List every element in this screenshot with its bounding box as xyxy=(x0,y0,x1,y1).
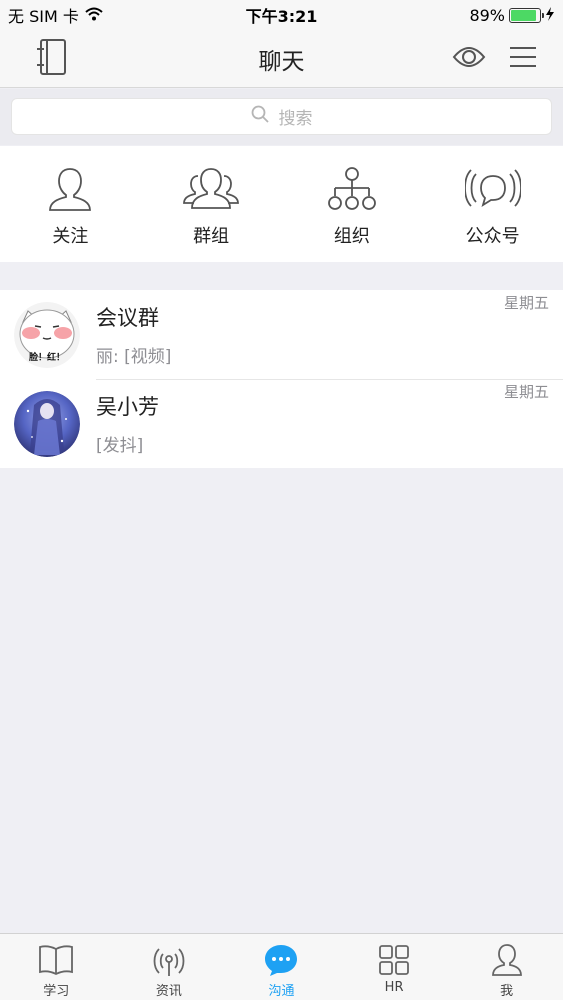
status-right: 89% xyxy=(469,6,555,25)
profile-icon xyxy=(488,942,526,978)
status-bar: 无 SIM 卡 下午3:21 89% xyxy=(0,0,563,30)
quick-item-official[interactable]: 公众号 xyxy=(422,146,563,262)
charging-icon xyxy=(545,6,555,25)
chat-bubble-icon xyxy=(262,942,300,978)
chat-body: 吴小芳 [发抖] xyxy=(96,391,563,457)
quick-item-follow[interactable]: 关注 xyxy=(0,146,141,262)
contacts-book-button[interactable] xyxy=(33,39,69,79)
antenna-icon xyxy=(150,942,188,978)
contacts-book-icon xyxy=(35,39,67,79)
quick-item-groups[interactable]: 群组 xyxy=(141,146,282,262)
quick-entry-row: 关注 群组 组织 公众号 xyxy=(0,146,563,262)
tab-bar: 学习 资讯 沟通 HR 我 xyxy=(0,933,563,1000)
chat-preview: [发抖] xyxy=(96,435,144,456)
quick-label-org: 组织 xyxy=(333,226,370,247)
tab-label: 沟通 xyxy=(268,984,295,999)
nav-bar: 聊天 xyxy=(0,30,563,88)
chat-time: 星期五 xyxy=(503,294,549,312)
chat-time: 星期五 xyxy=(503,383,549,401)
page-title: 聊天 xyxy=(258,48,305,75)
tab-label: HR xyxy=(384,980,404,995)
chat-row[interactable]: 吴小芳 [发抖] 星期五 xyxy=(0,379,563,468)
chat-list: 脸！红！ 会议群 丽: [视频] 星期五 吴小芳 [发抖] 星期五 xyxy=(0,290,563,468)
quick-label-official: 公众号 xyxy=(465,226,520,247)
tab-news[interactable]: 资讯 xyxy=(113,934,226,1000)
eye-icon xyxy=(452,45,486,73)
chat-name: 会议群 xyxy=(96,305,159,330)
chat-body: 会议群 丽: [视频] xyxy=(96,302,563,368)
eye-button[interactable] xyxy=(451,43,487,75)
search-area: 搜索 xyxy=(0,89,563,145)
chat-preview: 丽: [视频] xyxy=(96,346,172,367)
avatar xyxy=(14,390,80,457)
menu-icon xyxy=(509,45,537,73)
tab-study[interactable]: 学习 xyxy=(0,934,113,1000)
grid-icon xyxy=(375,942,413,978)
search-icon xyxy=(251,105,269,128)
battery-icon xyxy=(509,7,544,23)
menu-button[interactable] xyxy=(507,43,539,75)
org-chart-icon xyxy=(322,164,382,214)
quick-label-groups: 群组 xyxy=(193,226,230,247)
tab-hr[interactable]: HR xyxy=(338,934,451,1000)
quick-label-follow: 关注 xyxy=(52,226,89,247)
tab-label: 我 xyxy=(500,984,514,999)
avatar: 脸！红！ xyxy=(14,301,80,368)
battery-fill xyxy=(511,9,536,21)
search-input[interactable]: 搜索 xyxy=(11,98,552,135)
search-placeholder: 搜索 xyxy=(278,109,313,129)
chat-name: 吴小芳 xyxy=(96,394,159,419)
quick-item-org[interactable]: 组织 xyxy=(282,146,423,262)
group-icon xyxy=(181,164,241,214)
person-icon xyxy=(40,164,100,214)
avatar-text: 脸！红！ xyxy=(28,351,65,363)
status-left: 无 SIM 卡 xyxy=(8,3,103,27)
tab-label: 资讯 xyxy=(155,984,182,999)
tab-chat[interactable]: 沟通 xyxy=(225,934,338,1000)
carrier-label: 无 SIM 卡 xyxy=(8,7,79,26)
book-icon xyxy=(37,942,75,978)
tab-label: 学习 xyxy=(43,984,70,999)
chat-row[interactable]: 脸！红！ 会议群 丽: [视频] 星期五 xyxy=(0,290,563,379)
wifi-icon xyxy=(85,6,103,25)
tab-me[interactable]: 我 xyxy=(450,934,563,1000)
battery-percent: 89% xyxy=(469,5,505,25)
broadcast-icon xyxy=(463,164,523,214)
